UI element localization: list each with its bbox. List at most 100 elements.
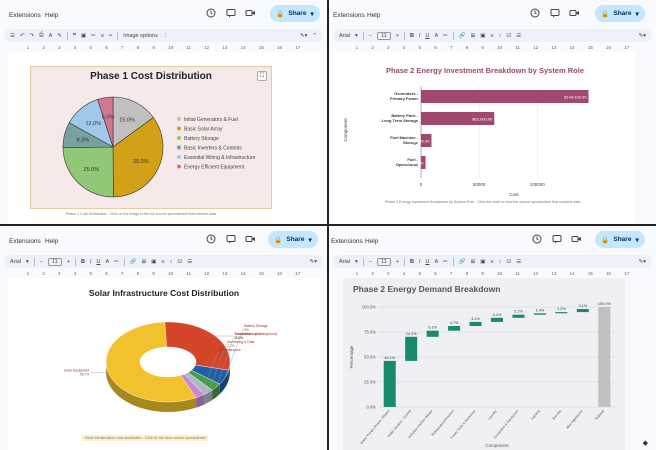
text-color-icon[interactable]: A (105, 259, 109, 265)
history-icon[interactable] (205, 8, 216, 19)
history-icon[interactable] (531, 234, 542, 245)
history-icon[interactable] (529, 8, 540, 19)
font-size-increase[interactable]: + (396, 259, 399, 265)
link-icon[interactable]: 🔗 (130, 259, 137, 265)
menu-extensions[interactable]: Extensions (331, 238, 363, 245)
align-icon[interactable]: ≡ (490, 33, 493, 39)
font-size-increase[interactable]: + (396, 33, 399, 39)
ruler-tick: 9 (481, 270, 484, 276)
document-area: Phase 1 Cost Distribution ⛶ 15.0% 35.0% 25… (0, 52, 327, 224)
share-button[interactable]: 🔒 Share ▾ (270, 5, 320, 22)
font-size-decrease[interactable]: − (369, 259, 372, 265)
font-size-input[interactable]: 11 (48, 257, 62, 266)
border-dash-icon[interactable]: ┅ (109, 33, 112, 39)
checklist-icon[interactable]: ☑ (506, 33, 511, 39)
text-color-icon[interactable]: A (434, 259, 438, 265)
underline-icon[interactable]: U (96, 259, 100, 265)
editing-mode-icon[interactable]: ✎▾ (310, 259, 317, 265)
font-size-increase[interactable]: + (67, 259, 70, 265)
share-button[interactable]: 🔒 Share ▾ (595, 5, 645, 22)
undo-icon[interactable]: ↶ (20, 33, 25, 39)
donut-chart[interactable]: Solar Equipment56.7%Transmission (Underg… (8, 300, 320, 440)
spellcheck-icon[interactable]: A (49, 33, 53, 39)
bold-icon[interactable]: B (410, 33, 414, 39)
comment-add-icon[interactable]: ⊞ (142, 259, 147, 265)
checklist-icon[interactable]: ☑ (506, 259, 511, 265)
image-icon[interactable]: ▣ (480, 259, 485, 265)
share-button[interactable]: 🔒 Share ▾ (268, 231, 318, 248)
border-color-icon[interactable]: ✏ (91, 33, 96, 39)
print-icon[interactable]: ⎙ (39, 32, 43, 39)
comment-add-icon[interactable]: ⊞ (471, 259, 476, 265)
editing-mode-icon[interactable]: ✎▾ (300, 33, 307, 39)
editing-mode-icon[interactable]: ✎▾ (639, 259, 646, 265)
meet-icon[interactable] (569, 8, 580, 19)
chart-image[interactable]: Phase 1 Cost Distribution ⛶ 15.0% 35.0% 25… (30, 66, 272, 209)
crop-icon[interactable]: ⌗ (73, 32, 76, 39)
comment-icon[interactable] (225, 8, 236, 19)
editing-mode-icon[interactable]: ✎▾ (639, 33, 646, 39)
text-color-icon[interactable]: A (434, 33, 438, 39)
bullets-icon[interactable]: ☰ (516, 33, 521, 39)
more-icon[interactable]: ⋮ (163, 33, 169, 39)
comment-icon[interactable] (551, 234, 562, 245)
checklist-icon[interactable]: ☑ (177, 259, 182, 265)
bullets-icon[interactable]: ☰ (187, 259, 192, 265)
highlight-icon[interactable]: ✏ (443, 259, 448, 265)
menu-help[interactable]: Help (365, 238, 378, 245)
italic-icon[interactable]: I (419, 259, 421, 265)
comment-icon[interactable] (549, 8, 560, 19)
underline-icon[interactable]: U (425, 259, 429, 265)
highlight-icon[interactable]: ✏ (443, 33, 448, 39)
bold-icon[interactable]: B (81, 259, 85, 265)
chart-image[interactable]: Phase 2 Energy Demand Breakdown 0.0% 25.0… (343, 278, 625, 450)
paint-format-icon[interactable]: ✎ (57, 33, 62, 39)
image-icon[interactable]: ▣ (151, 259, 156, 265)
bar-value-label: 6.1% (428, 326, 437, 330)
bullets-icon[interactable]: ☰ (516, 259, 521, 265)
menu-help[interactable]: Help (367, 12, 380, 19)
menus-icon[interactable]: ☰ (10, 33, 15, 39)
line-spacing-icon[interactable]: ↕ (499, 33, 502, 39)
bar-chart[interactable]: 0 50000 100000Generators -Primary Power $14… (335, 78, 635, 218)
collapse-icon[interactable]: ⌃ (312, 33, 317, 39)
highlight-icon[interactable]: ✏ (114, 259, 119, 265)
history-icon[interactable] (205, 234, 216, 245)
border-weight-icon[interactable]: ≡ (101, 33, 104, 39)
slice-label: 5.0% (102, 114, 115, 120)
ruler-tick: 7 (449, 44, 453, 50)
line-spacing-icon[interactable]: ↕ (170, 259, 173, 265)
explore-icon[interactable]: ◆ (643, 439, 648, 447)
menu-extensions[interactable]: Extensions (9, 12, 41, 19)
image-replace-icon[interactable]: ▣ (81, 33, 86, 39)
menu-help[interactable]: Help (45, 238, 58, 245)
font-select[interactable]: Arial (339, 259, 350, 265)
font-size-decrease[interactable]: − (40, 259, 43, 265)
image-options-button[interactable]: Image options (123, 33, 158, 39)
meet-icon[interactable] (245, 234, 256, 245)
underline-icon[interactable]: U (425, 33, 429, 39)
italic-icon[interactable]: I (419, 33, 421, 39)
italic-icon[interactable]: I (90, 259, 92, 265)
redo-icon[interactable]: ↷ (30, 33, 35, 39)
comment-icon[interactable] (225, 234, 236, 245)
menu-extensions[interactable]: Extensions (9, 238, 41, 245)
align-icon[interactable]: ≡ (161, 259, 164, 265)
font-select[interactable]: Arial (10, 259, 21, 265)
meet-icon[interactable] (571, 234, 582, 245)
menu-help[interactable]: Help (45, 12, 58, 19)
font-select[interactable]: Arial (339, 33, 350, 39)
font-size-input[interactable]: 11 (377, 31, 391, 40)
meet-icon[interactable] (245, 8, 256, 19)
comment-add-icon[interactable]: ⊞ (471, 33, 476, 39)
link-icon[interactable]: 🔗 (459, 259, 466, 265)
menu-extensions[interactable]: Extensions (333, 12, 365, 19)
image-icon[interactable]: ▣ (480, 33, 485, 39)
share-button[interactable]: 🔒 Share ▾ (595, 231, 645, 248)
bold-icon[interactable]: B (410, 259, 414, 265)
align-icon[interactable]: ≡ (490, 259, 493, 265)
line-spacing-icon[interactable]: ↕ (499, 259, 502, 265)
link-icon[interactable]: 🔗 (459, 33, 466, 39)
font-size-decrease[interactable]: − (369, 33, 372, 39)
font-size-input[interactable]: 11 (377, 257, 391, 266)
